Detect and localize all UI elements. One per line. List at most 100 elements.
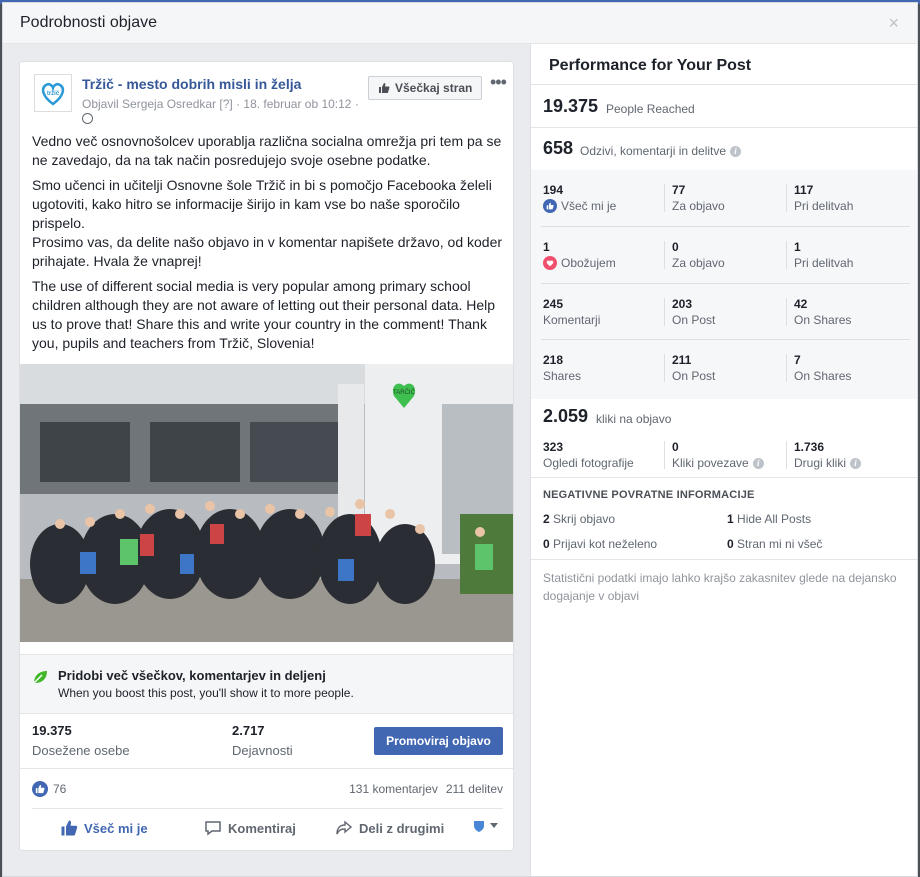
grid-cell-label: On Shares <box>794 313 852 327</box>
divider <box>786 441 787 469</box>
click-cell-value: 1.736 <box>794 440 825 454</box>
negative-feedback-label: Prijavi kot neželeno <box>553 537 658 551</box>
info-icon[interactable]: i <box>752 457 764 469</box>
page-avatar[interactable]: tržič <box>34 74 72 112</box>
negative-feedback-value: 2 <box>543 512 550 526</box>
engagement-total-label: Odzivi, komentarji in delitve <box>580 144 727 158</box>
divider <box>541 226 910 227</box>
comment-action-label: Komentiraj <box>228 820 296 836</box>
comment-share-counts: 131 komentarjev 211 delitev <box>349 782 503 796</box>
click-cell: 1.736 Drugi kliki i <box>794 440 914 470</box>
negative-feedback-label: Hide All Posts <box>737 512 812 526</box>
negative-feedback-item: 2 Skrij objavo <box>543 512 615 526</box>
post-stats-row: 19.375 Dosežene osebe 2.717 Dejavnosti P… <box>20 715 513 767</box>
divider <box>531 559 917 560</box>
page-shield-icon <box>474 821 484 832</box>
share-action-button[interactable]: Deli z drugimi <box>335 819 444 837</box>
divider <box>531 127 917 128</box>
grid-cell-value: 117 <box>794 183 814 197</box>
click-cell-label: Drugi kliki <box>794 456 847 470</box>
thumbs-up-icon <box>61 820 78 836</box>
grid-cell-label: Všeč mi je <box>561 199 617 213</box>
more-options-icon[interactable]: ••• <box>490 72 507 93</box>
boost-promo-box: Pridobi več všečkov, komentarjev in delj… <box>20 654 513 714</box>
negative-feedback-item: 0 Stran mi ni všeč <box>727 537 822 551</box>
engagement-total-label-wrap: Odzivi, komentarji in delitve i <box>580 144 742 158</box>
grid-cell-label: On Post <box>672 313 716 327</box>
grid-cell: 42 On Shares <box>794 297 906 327</box>
grid-cell-value: 211 <box>672 353 692 367</box>
post-clicks-label: kliki na objavo <box>596 412 672 426</box>
negative-feedback-label: Skrij objavo <box>553 512 616 526</box>
info-icon[interactable]: i <box>850 457 862 469</box>
reactions-summary: 76 131 komentarjev 211 delitev <box>20 768 513 808</box>
thumbs-up-icon <box>379 83 390 93</box>
boost-subtitle: When you boost this post, you'll show it… <box>58 686 354 700</box>
click-cell-label: Ogledi fotografije <box>543 456 634 470</box>
shares-count-link[interactable]: 211 delitev <box>446 782 503 796</box>
post-card: tržič Tržič - mesto dobrih misli in želj… <box>19 61 514 851</box>
reaction-count[interactable]: 76 <box>53 782 66 796</box>
post-action-bar: Všeč mi je Komentiraj Deli z drugimi <box>32 808 503 848</box>
photo-sign-text: TARČIČ <box>393 389 416 396</box>
grid-cell-label-wrap: Všeč mi je <box>543 199 655 213</box>
grid-cell: 1 Obožujem <box>543 240 655 270</box>
grid-cell: 7 On Shares <box>794 353 906 383</box>
click-cell-label-wrap: Drugi kliki i <box>794 456 914 470</box>
post-paragraph: Prosimo vas, da delite našo objavo in v … <box>32 234 503 269</box>
engagement-label: Dejavnosti <box>232 743 293 758</box>
negative-feedback-item: 1 Hide All Posts <box>727 512 811 526</box>
divider <box>786 298 787 326</box>
post-clicks-value: 2.059 <box>543 406 589 426</box>
divider <box>664 298 665 326</box>
post-paragraph: Smo učenci in učitelji Osnovne šole Trži… <box>32 177 492 231</box>
grid-cell-label: Shares <box>543 369 582 383</box>
grid-cell: 211 On Post <box>672 353 784 383</box>
grid-cell-label-wrap: Obožujem <box>543 256 655 270</box>
post-paragraph: Vedno več osnovnošolcev uporablja različ… <box>32 133 502 168</box>
grid-cell-value: 7 <box>794 353 801 367</box>
grid-cell-value: 0 <box>672 240 679 254</box>
post-photo[interactable]: TARČIČ <box>20 364 513 642</box>
page-name-link[interactable]: Tržič - mesto dobrih misli in želja <box>82 76 301 92</box>
reached-label: Dosežene osebe <box>32 743 130 758</box>
divider <box>531 84 917 85</box>
share-arrow-icon <box>336 820 353 835</box>
grid-cell-value: 42 <box>794 297 808 311</box>
grid-cell-label: On Post <box>672 369 716 383</box>
grid-cell-label: Za objavo <box>672 256 725 270</box>
boost-title: Pridobi več všečkov, komentarjev in delj… <box>58 668 326 683</box>
comment-bubble-icon <box>205 821 221 836</box>
post-preview-pane: tržič Tržič - mesto dobrih misli in želj… <box>3 44 530 876</box>
negative-feedback-title: NEGATIVNE POVRATNE INFORMACIJE <box>543 489 755 501</box>
divider <box>541 283 910 284</box>
like-page-button[interactable]: Všečkaj stran <box>368 76 483 100</box>
negative-feedback-item: 0 Prijavi kot neželeno <box>543 537 657 551</box>
grid-cell-value: 203 <box>672 297 693 311</box>
comments-count-link[interactable]: 131 komentarjev <box>349 782 438 796</box>
group-photo-image: TARČIČ <box>20 364 513 642</box>
negative-feedback-value: 0 <box>727 537 734 551</box>
like-action-button[interactable]: Všeč mi je <box>60 819 148 837</box>
comment-action-button[interactable]: Komentiraj <box>204 819 296 837</box>
like-reaction-icon[interactable] <box>32 781 48 797</box>
page-selector-dropdown[interactable] <box>472 819 498 833</box>
grid-cell-value: 1 <box>543 240 550 254</box>
grid-cell: 117 Pri delitvah <box>794 183 906 213</box>
post-paragraph: The use of different social media is ver… <box>32 278 496 351</box>
promote-post-button[interactable]: Promoviraj objavo <box>374 727 503 755</box>
negative-feedback-value: 1 <box>727 512 734 526</box>
divider <box>664 441 665 469</box>
grid-cell-value: 1 <box>794 240 801 254</box>
like-page-label: Všečkaj stran <box>395 81 473 95</box>
click-cell-label: Kliki povezave <box>672 456 749 470</box>
heart-logo-icon: tržič <box>41 82 65 106</box>
info-icon[interactable]: i <box>730 145 742 157</box>
grid-cell-label: Obožujem <box>561 256 616 270</box>
divider <box>786 184 787 212</box>
grid-cell-value: 245 <box>543 297 564 311</box>
love-reaction-icon <box>543 256 557 270</box>
reached-value: 19.375 <box>32 723 72 738</box>
grid-cell: 218 Shares <box>543 353 655 383</box>
close-icon[interactable]: × <box>888 13 899 34</box>
